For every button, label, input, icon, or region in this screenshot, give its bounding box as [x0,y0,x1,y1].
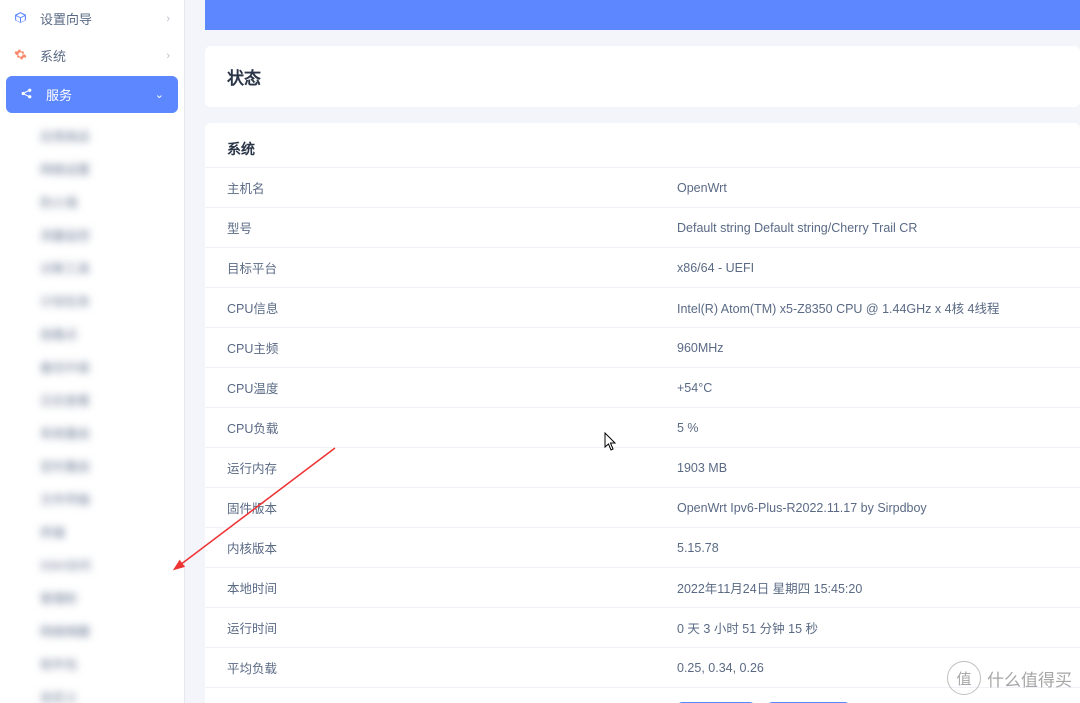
sidebar-item-label: 服务 [46,85,72,104]
sidebar: 设置向导 › 系统 › 服务 ⌄ 应用商店 网络设置 防火墙 流量监控 诊断工具… [0,0,185,703]
list-item: 文件传输 [0,482,184,515]
row-key: 内核版本 [227,538,677,557]
list-item: 诊断工具 [0,251,184,284]
list-item: 挂载点 [0,317,184,350]
chevron-right-icon: › [166,50,170,62]
system-card: 系统 主机名OpenWrt 型号Default string Default s… [205,123,1080,703]
list-item: 定时重启 [0,449,184,482]
row-value: Default string Default string/Cherry Tra… [677,221,917,235]
chevron-right-icon: › [166,13,170,25]
cube-icon [14,11,30,27]
row-key: 型号 [227,218,677,237]
share-icon [20,87,36,103]
row-key: 固件版本 [227,498,677,517]
watermark-icon: 值 [947,661,981,695]
list-item: 日志查看 [0,383,184,416]
section-title: 系统 [205,123,1080,167]
list-item: 自定义 [0,680,184,703]
row-key: CPU负载 [227,418,677,437]
table-row: CPU温度+54°C [205,367,1080,407]
row-value: 5 % [677,421,699,435]
table-row: 型号Default string Default string/Cherry T… [205,207,1080,247]
table-row: 运行内存1903 MB [205,447,1080,487]
row-value: +54°C [677,381,712,395]
table-row: CPU负载5 % [205,407,1080,447]
list-item: 网络唤醒 [0,614,184,647]
sidebar-item-setup-wizard[interactable]: 设置向导 › [0,0,184,37]
row-value: 1903 MB [677,461,727,475]
row-value: x86/64 - UEFI [677,261,754,275]
table-row: CPU主频960MHz [205,327,1080,367]
table-row: 目标平台x86/64 - UEFI [205,247,1080,287]
chevron-down-icon: ⌄ [155,88,164,101]
row-value: OpenWrt [677,181,727,195]
row-key: 平均负载 [227,658,677,677]
row-key: 主机名 [227,178,677,197]
main-content: 状态 系统 主机名OpenWrt 型号Default string Defaul… [185,0,1080,703]
list-item: 流量监控 [0,218,184,251]
sidebar-sublist: 应用商店 网络设置 防火墙 流量监控 诊断工具 计划任务 挂载点 备份升级 日志… [0,115,184,703]
table-row: 主机名OpenWrt [205,167,1080,207]
row-key: CPU主频 [227,338,677,357]
row-value: OpenWrt Ipv6-Plus-R2022.11.17 by Sirpdbo… [677,501,927,515]
row-key: CPU温度 [227,378,677,397]
row-key: 运行内存 [227,458,677,477]
list-item: 管理权 [0,581,184,614]
row-value: 0 天 3 小时 51 分钟 15 秒 [677,618,818,637]
list-item: 系统重启 [0,416,184,449]
list-item: 终端 [0,515,184,548]
sidebar-item-label: 系统 [40,46,66,65]
row-key: 目标平台 [227,258,677,277]
row-value: 2022年11月24日 星期四 15:45:20 [677,578,862,597]
row-value: 960MHz [677,341,724,355]
watermark-text: 什么值得买 [987,666,1072,691]
table-row: 固件版本OpenWrt Ipv6-Plus-R2022.11.17 by Sir… [205,487,1080,527]
table-row: CPU信息Intel(R) Atom(TM) x5-Z8350 CPU @ 1.… [205,287,1080,327]
sidebar-item-services[interactable]: 服务 ⌄ [6,76,178,113]
watermark: 值 什么值得买 [947,661,1072,695]
list-item: 备份升级 [0,350,184,383]
list-item: 应用商店 [0,119,184,152]
row-value: 0.25, 0.34, 0.26 [677,661,764,675]
page-title: 状态 [227,64,1058,89]
sidebar-item-label: 设置向导 [40,9,92,28]
table-row: 运行时间0 天 3 小时 51 分钟 15 秒 [205,607,1080,647]
list-item: 软件包 [0,647,184,680]
gear-icon [14,48,30,64]
table-row: 本地时间2022年11月24日 星期四 15:45:20 [205,567,1080,607]
list-item: 计划任务 [0,284,184,317]
row-value: 5.15.78 [677,541,719,555]
row-key: 运行时间 [227,618,677,637]
list-item: 防火墙 [0,185,184,218]
status-card: 状态 [205,46,1080,107]
row-key: CPU信息 [227,298,677,317]
list-item: 网络设置 [0,152,184,185]
row-key: 本地时间 [227,578,677,597]
row-value: Intel(R) Atom(TM) x5-Z8350 CPU @ 1.44GHz… [677,298,1000,317]
table-row: 内核版本5.15.78 [205,527,1080,567]
list-item: SSH访问 [0,548,184,581]
topbar [205,0,1080,30]
sidebar-item-system[interactable]: 系统 › [0,37,184,74]
